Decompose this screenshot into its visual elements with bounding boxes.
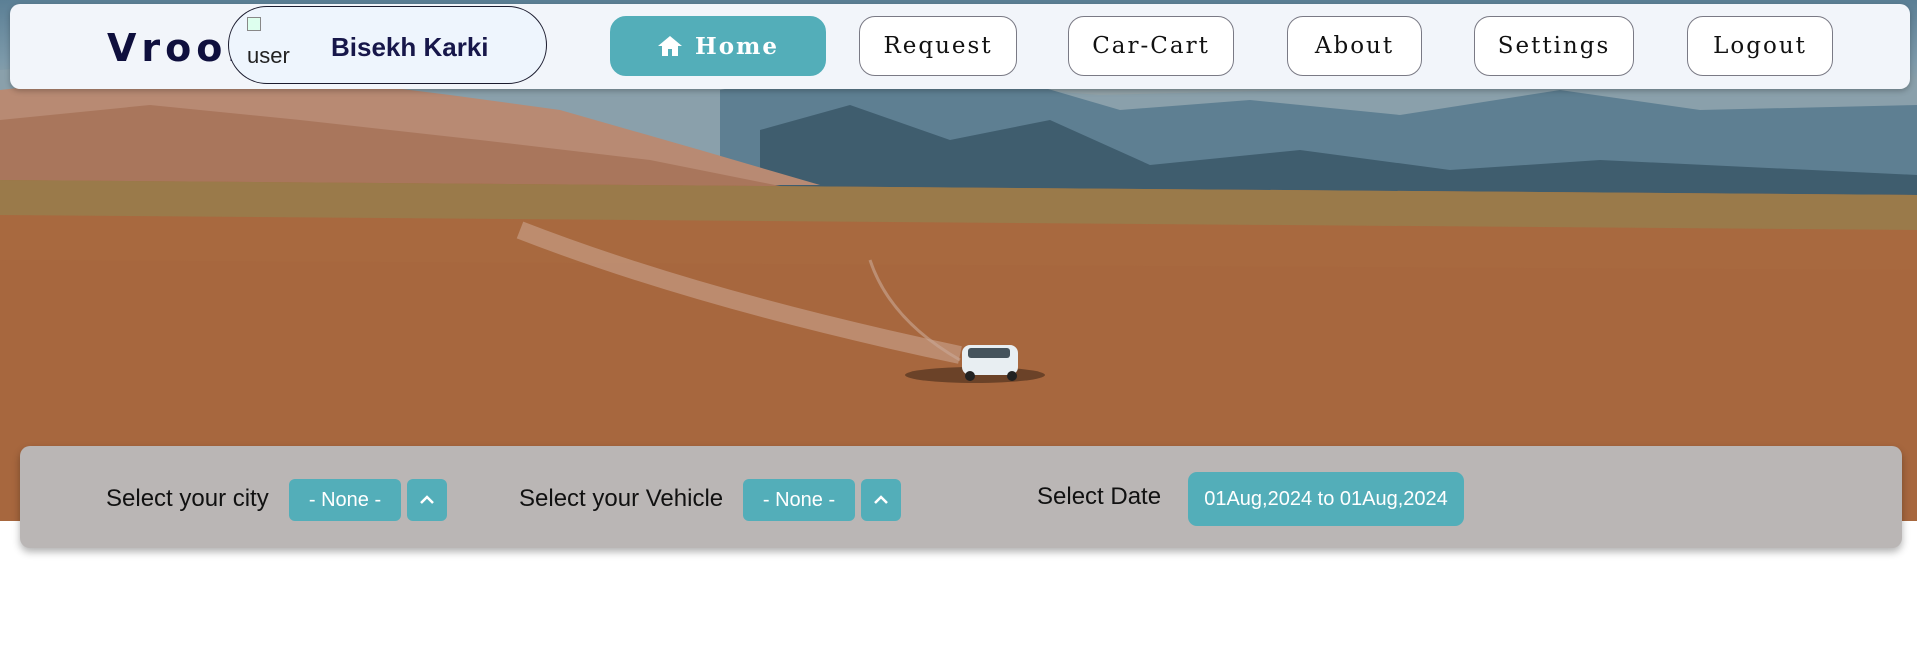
chevron-up-icon: [420, 495, 434, 504]
date-select-label: Select Date: [1037, 483, 1162, 510]
date-range-picker[interactable]: 01Aug,2024 to 01Aug,2024: [1188, 472, 1464, 526]
nav-about-label: About: [1314, 33, 1395, 59]
nav-home-label: Home: [694, 32, 780, 60]
user-profile-chip[interactable]: user profile Bisekh Karki: [228, 6, 547, 84]
nav-home-button[interactable]: Home: [610, 16, 826, 76]
top-navbar: Vroom user profile Bisekh Karki Home Req…: [10, 4, 1910, 89]
vehicle-select-dropdown[interactable]: - None -: [743, 479, 855, 521]
home-icon: [657, 36, 682, 56]
nav-settings-button[interactable]: Settings: [1474, 16, 1634, 76]
chevron-up-icon: [874, 495, 888, 504]
user-name: Bisekh Karki: [331, 32, 489, 62]
nav-request-button[interactable]: Request: [859, 16, 1017, 76]
avatar-alt-text: user profile: [247, 43, 303, 73]
vehicle-select-label: Select your Vehicle: [519, 485, 724, 512]
nav-car-cart-label: Car-Cart: [1092, 33, 1210, 59]
nav-logout-label: Logout: [1713, 33, 1807, 59]
search-filter-panel: Select your city - None - Select your Ve…: [20, 446, 1902, 548]
vehicle-select-toggle[interactable]: [861, 479, 901, 521]
user-avatar-broken-image: user profile: [247, 17, 303, 73]
broken-image-icon: [247, 17, 261, 31]
city-select-label: Select your city: [106, 485, 269, 512]
nav-logout-button[interactable]: Logout: [1687, 16, 1833, 76]
nav-about-button[interactable]: About: [1287, 16, 1422, 76]
nav-car-cart-button[interactable]: Car-Cart: [1068, 16, 1234, 76]
city-select-toggle[interactable]: [407, 479, 447, 521]
nav-settings-label: Settings: [1497, 33, 1611, 59]
city-select-dropdown[interactable]: - None -: [289, 479, 401, 521]
nav-request-label: Request: [883, 33, 993, 59]
